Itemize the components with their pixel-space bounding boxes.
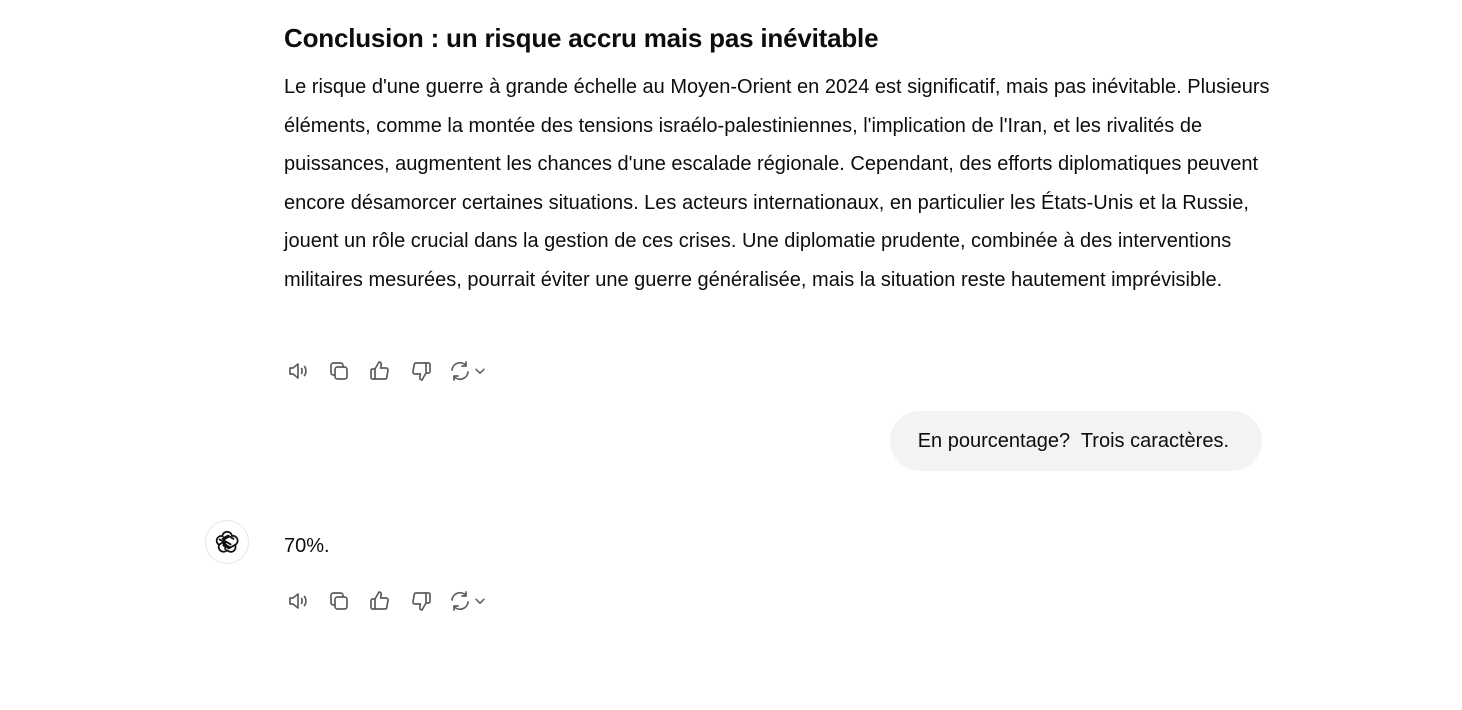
thumbs-up-icon bbox=[370, 361, 389, 380]
read-aloud-button[interactable] bbox=[284, 357, 312, 385]
chevron-down-icon bbox=[472, 363, 488, 379]
message-actions bbox=[284, 357, 488, 385]
user-message: En pourcentage? Trois caractères. bbox=[889, 411, 1262, 471]
regenerate-icon bbox=[451, 361, 469, 381]
bad-response-button[interactable] bbox=[407, 587, 435, 615]
regenerate-icon bbox=[451, 591, 469, 611]
chat-page: Conclusion : un risque accru mais pas in… bbox=[0, 0, 1462, 710]
regenerate-button[interactable] bbox=[448, 587, 488, 615]
assistant-message: 70%. bbox=[284, 535, 330, 557]
copy-icon bbox=[330, 592, 348, 610]
good-response-button[interactable] bbox=[366, 357, 394, 385]
regenerate-icon-wrap bbox=[448, 357, 472, 385]
read-aloud-button[interactable] bbox=[284, 587, 312, 615]
copy-icon bbox=[330, 362, 348, 380]
speaker-icon bbox=[289, 363, 307, 379]
copy-button[interactable] bbox=[325, 587, 353, 615]
assistant-message: Conclusion : un risque accru mais pas in… bbox=[284, 18, 1274, 300]
chevron-down-icon bbox=[472, 593, 488, 609]
regenerate-button[interactable] bbox=[448, 357, 488, 385]
message-actions bbox=[284, 587, 488, 615]
speaker-icon bbox=[289, 593, 307, 609]
message-paragraph: Le risque d'une guerre à grande échelle … bbox=[284, 76, 1270, 291]
copy-button[interactable] bbox=[325, 357, 353, 385]
regenerate-icon-wrap bbox=[448, 587, 472, 615]
section-heading: Conclusion : un risque accru mais pas in… bbox=[284, 23, 879, 53]
bad-response-button[interactable] bbox=[407, 357, 435, 385]
good-response-button[interactable] bbox=[366, 587, 394, 615]
thumbs-down-icon bbox=[412, 592, 431, 611]
thumbs-down-icon bbox=[412, 362, 431, 381]
assistant-avatar bbox=[205, 520, 249, 564]
openai-logo-icon bbox=[215, 530, 239, 553]
thumbs-up-icon bbox=[370, 591, 389, 610]
